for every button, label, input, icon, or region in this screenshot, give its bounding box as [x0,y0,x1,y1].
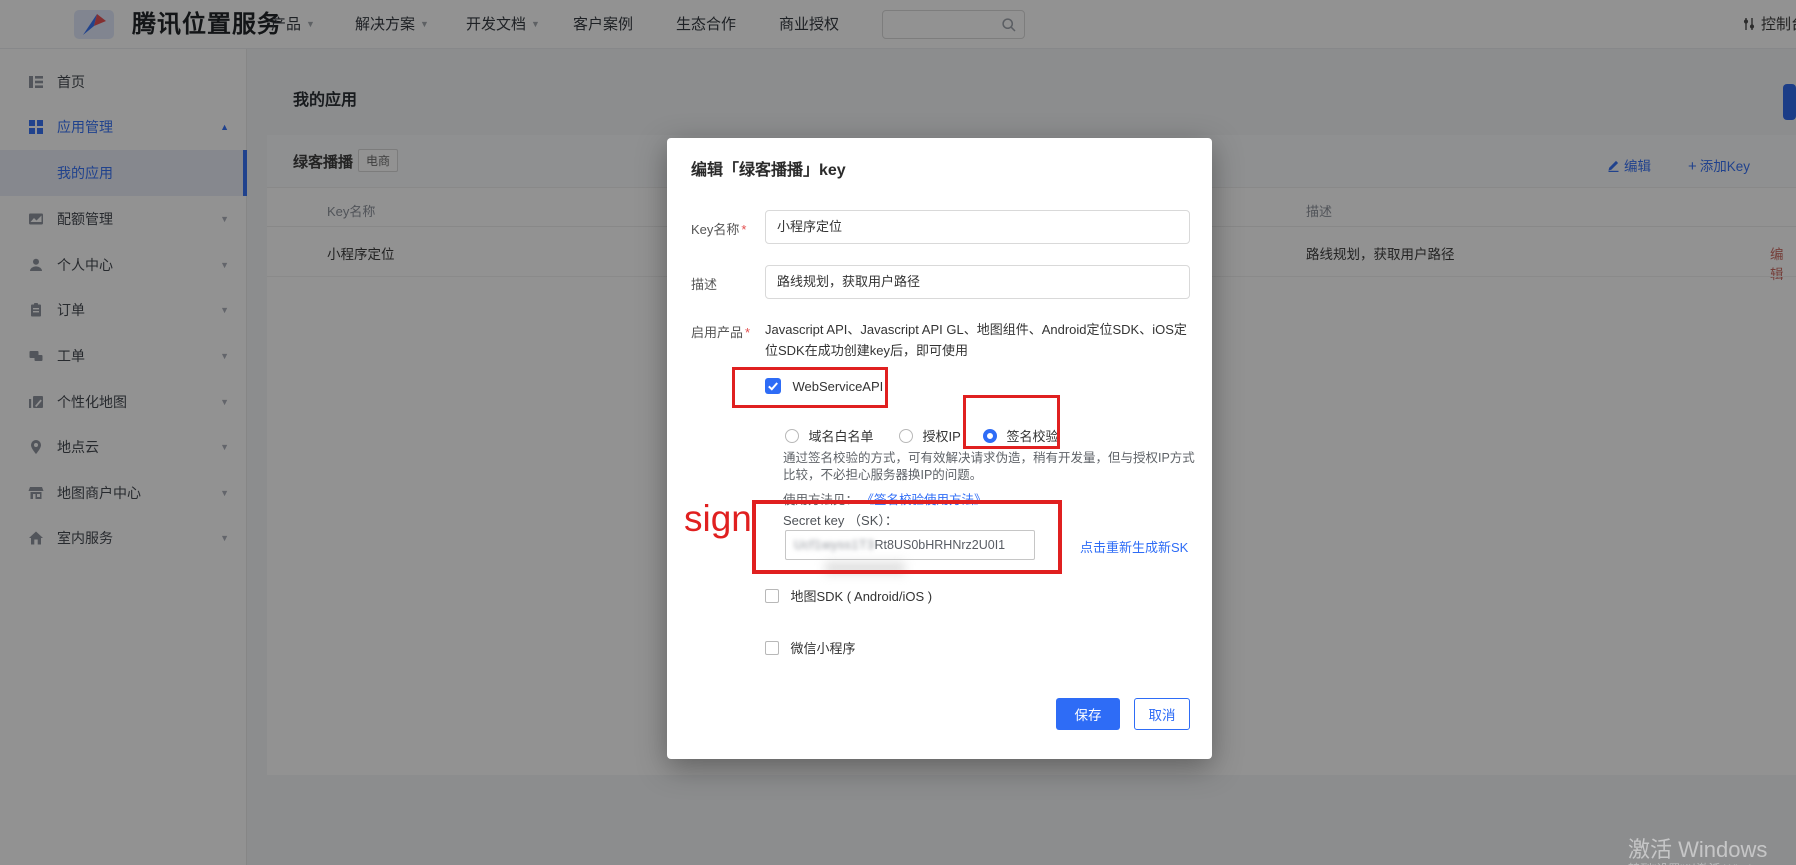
cancel-button[interactable]: 取消 [1134,698,1190,730]
signature-help-text: 通过签名校验的方式，可有效解决请求伪造，稍有开发量，但与授权IP方式比较，不必担… [783,450,1197,484]
key-name-input[interactable]: 小程序定位 [765,210,1190,244]
radio-unselected-icon[interactable] [785,429,799,443]
checkbox-unchecked-icon[interactable] [765,589,779,603]
enabled-products-note: Javascript API、Javascript API GL、地图组件、An… [765,319,1197,361]
radio-authorized-ip[interactable]: 授权IP [899,426,961,446]
annotation-box-signature-radio [963,395,1060,449]
description-label: 描述 [691,274,717,293]
wechat-miniprogram-checkbox-row[interactable]: 微信小程序 [765,638,855,658]
annotation-box-secret-key [752,500,1062,574]
enabled-products-label: 启用产品* [691,322,750,341]
required-asterisk: * [741,222,746,237]
save-button[interactable]: 保存 [1056,698,1120,730]
radio-domain-whitelist[interactable]: 域名白名单 [785,426,873,446]
description-input[interactable]: 路线规划，获取用户路径 [765,265,1190,299]
windows-activation-watermark-line2: 转到"设置"以激活 Windows。 [1628,860,1785,865]
map-sdk-checkbox-row[interactable]: 地图SDK ( Android/iOS ) [765,586,932,606]
radio-unselected-icon[interactable] [899,429,913,443]
annotation-sign-text: sign [684,498,752,540]
screen: 腾讯位置服务 产品▼ 解决方案▼ 开发文档▼ 客户案例 生态合作 商业授权 控制… [0,0,1796,865]
required-asterisk: * [745,325,750,340]
checkbox-unchecked-icon[interactable] [765,641,779,655]
edit-key-modal: 编辑「绿客播播」key Key名称* 小程序定位 描述 路线规划，获取用户路径 … [667,138,1212,759]
regenerate-sk-link[interactable]: 点击重新生成新SK [1080,537,1188,556]
modal-title: 编辑「绿客播播」key [691,156,846,180]
annotation-box-webservice [732,367,888,408]
key-name-label: Key名称* [691,219,746,238]
